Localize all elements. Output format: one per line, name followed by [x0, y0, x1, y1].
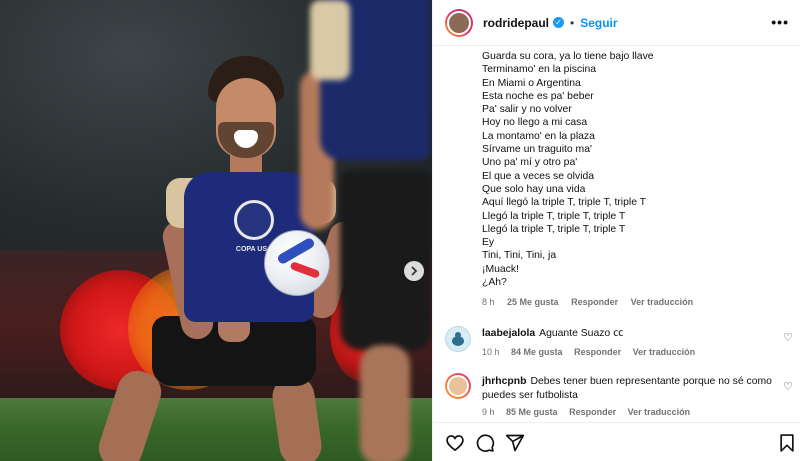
header-separator: •: [570, 15, 575, 30]
comment-like-icon[interactable]: ♡: [783, 331, 793, 344]
commenter-avatar[interactable]: [445, 373, 471, 399]
caption-line: Aquí llegó la triple T, triple T, triple…: [482, 197, 647, 209]
caption-line: ¿Ah?: [482, 277, 507, 289]
caption-reply-button[interactable]: Responder: [571, 297, 618, 307]
post-action-bar: [433, 422, 800, 461]
author-avatar-image: [447, 10, 471, 35]
caption-time: 8 h: [482, 297, 495, 307]
post-caption: Guarda su cora, ya lo tiene bajo llave Te…: [482, 50, 782, 289]
comment-translate-button[interactable]: Ver traducción: [633, 347, 696, 357]
heart-icon[interactable]: [445, 433, 465, 453]
comment-item: laabejalola Aguante Suazo ㏄ ♡ 10 h 84 Me …: [433, 323, 800, 363]
commenter-avatar[interactable]: [445, 326, 471, 352]
comment-actions: 9 h 85 Me gusta Responder Ver traducción: [482, 407, 699, 417]
caption-line: El que a veces se olvida: [482, 170, 595, 182]
commenter-username[interactable]: jhrhcpnb: [482, 376, 526, 387]
more-options-icon[interactable]: •••: [771, 14, 789, 30]
caption-line: Esta noche es pa' beber: [482, 90, 594, 102]
fg-shorts: [340, 170, 432, 350]
caption-likes[interactable]: 25 Me gusta: [507, 297, 559, 307]
comment-reply-button[interactable]: Responder: [574, 347, 621, 357]
comment-likes[interactable]: 85 Me gusta: [506, 407, 558, 417]
comment-reply-button[interactable]: Responder: [569, 407, 616, 417]
comment-icon[interactable]: [475, 433, 495, 453]
caption-line: Tini, Tini, Tini, ja: [482, 250, 557, 262]
caption-line: La montamo' en la plaza: [482, 130, 595, 142]
caption-line: ¡Muack!: [482, 263, 519, 275]
caption-line: Hoy no llego a mi casa: [482, 117, 588, 129]
caption-line: Llegó la triple T, triple T, triple T: [482, 223, 626, 235]
comment-body: laabejalola Aguante Suazo ㏄: [482, 327, 772, 341]
caption-line: Que solo hay una vida: [482, 183, 586, 195]
comment-body: jhrhcpnb Debes tener buen representante p…: [482, 375, 772, 402]
caption-line: Terminamo' en la piscina: [482, 64, 597, 76]
share-icon[interactable]: [505, 433, 525, 453]
comment-time: 9 h: [482, 407, 495, 417]
team-crest: [234, 200, 274, 240]
author-username[interactable]: rodridepaul: [483, 16, 549, 30]
post-media[interactable]: COPA USA: [0, 0, 432, 461]
player-left-leg: [93, 365, 167, 461]
caption-translate-button[interactable]: Ver traducción: [631, 297, 694, 307]
caption-line: Llegó la triple T, triple T, triple T: [482, 210, 626, 222]
caption-line: Sírvame un traguito ma': [482, 144, 592, 156]
fg-shirt-trim: [310, 0, 350, 80]
bee-avatar-icon: [446, 327, 470, 351]
fg-leg: [360, 345, 410, 461]
caption-line: Guarda su cora, ya lo tiene bajo llave: [482, 51, 654, 62]
commenter-username[interactable]: laabejalola: [482, 328, 535, 339]
chevron-right-icon: [411, 266, 418, 276]
bookmark-icon[interactable]: [777, 433, 797, 453]
comment-time: 10 h: [482, 347, 500, 357]
blurred-foreground-player: [300, 0, 432, 461]
comment-text: Aguante Suazo ㏄: [539, 328, 624, 339]
commenter-avatar-image: [447, 375, 469, 397]
caption-line: En Miami o Argentina: [482, 77, 581, 89]
comment-likes[interactable]: 84 Me gusta: [511, 347, 563, 357]
verified-badge-icon: ✓: [553, 17, 565, 28]
caption-line: Ey: [482, 237, 495, 249]
post-side-panel: rodridepaul ✓ • Seguir ••• Guarda su cor…: [432, 0, 800, 461]
comment-translate-button[interactable]: Ver traducción: [628, 407, 691, 417]
caption-meta: 8 h 25 Me gusta Responder Ver traducción: [482, 297, 703, 307]
author-avatar[interactable]: [445, 8, 473, 37]
follow-button[interactable]: Seguir: [580, 16, 617, 30]
post-header: rodridepaul ✓ • Seguir •••: [433, 0, 800, 46]
next-slide-button[interactable]: [404, 261, 424, 281]
comment-item: jhrhcpnb Debes tener buen representante p…: [433, 370, 800, 422]
caption-line: Uno pa' mí y otro pa': [482, 157, 578, 169]
comment-actions: 10 h 84 Me gusta Responder Ver traducció…: [482, 347, 704, 357]
comment-like-icon[interactable]: ♡: [783, 380, 793, 393]
comments-scroll-area[interactable]: Guarda su cora, ya lo tiene bajo llave Te…: [433, 47, 800, 422]
caption-line: Pa' salir y no volver: [482, 104, 572, 116]
